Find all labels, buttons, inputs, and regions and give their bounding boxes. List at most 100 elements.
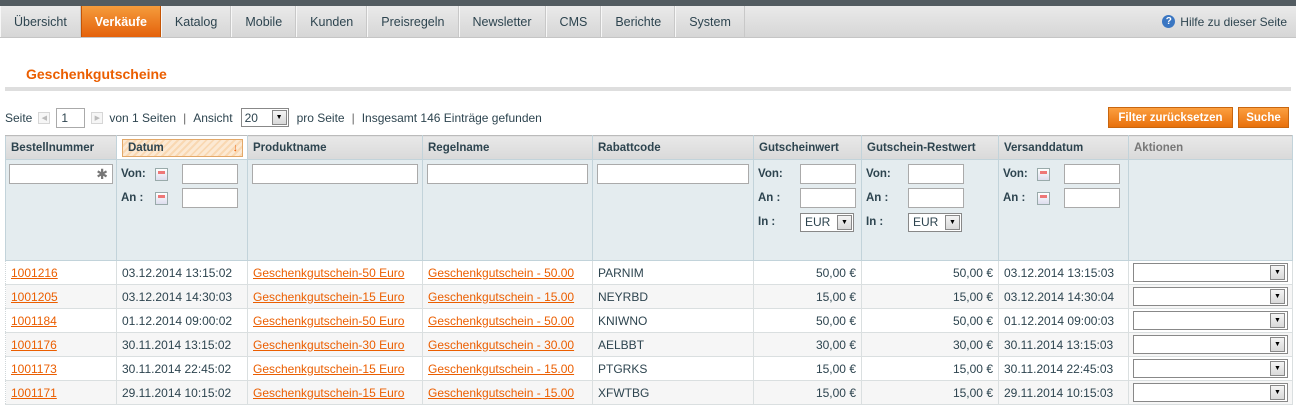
nav-item-katalog[interactable]: Katalog: [160, 6, 232, 37]
sort-desc-icon: ↓: [232, 141, 239, 154]
product-link-cell: Geschenkgutschein-15 Euro: [247, 284, 423, 309]
col-header-versanddatum[interactable]: Versanddatum: [998, 135, 1129, 160]
col-header-aktionen: Aktionen: [1128, 135, 1293, 160]
rest-currency-select[interactable]: EUR ▼: [908, 212, 962, 232]
rule-link[interactable]: Geschenkgutschein - 50.00: [428, 314, 574, 328]
chevron-down-icon: ▼: [837, 214, 852, 230]
order-link-cell: 1001171: [5, 380, 117, 405]
table-row[interactable]: 1001171 29.11.2014 10:15:02 Geschenkgutsch…: [5, 380, 1293, 405]
page-label: Seite: [5, 110, 33, 125]
rule-link[interactable]: Geschenkgutschein - 15.00: [428, 362, 574, 376]
help-link[interactable]: ? Hilfe zu dieser Seite: [1162, 6, 1287, 37]
chevron-down-icon: ▼: [1270, 385, 1285, 400]
col-header-produktname[interactable]: Produktname: [247, 135, 423, 160]
ship-to-input[interactable]: [1064, 188, 1120, 208]
nav-item-berichte[interactable]: Berichte: [601, 6, 676, 37]
ship-date-cell: 01.12.2014 09:00:03: [1004, 313, 1115, 328]
nav-item-uebersicht[interactable]: Übersicht: [0, 6, 81, 37]
next-page-icon[interactable]: ▶: [91, 111, 104, 124]
prev-page-icon[interactable]: ◀: [38, 111, 51, 124]
nav-item-cms[interactable]: CMS: [545, 6, 602, 37]
rest-to-input[interactable]: [908, 188, 964, 208]
col-header-bestellnummer[interactable]: Bestellnummer: [5, 135, 117, 160]
value-currency-select[interactable]: EUR ▼: [800, 212, 854, 232]
nav-item-newsletter[interactable]: Newsletter: [458, 6, 546, 37]
product-filter-input[interactable]: [252, 164, 418, 184]
table-row[interactable]: 1001216 03.12.2014 13:15:02 Geschenkgutsch…: [5, 260, 1293, 285]
col-header-datum-label: Datum: [128, 141, 164, 154]
filter-cell-actions: [1128, 159, 1293, 261]
calendar-icon[interactable]: [1037, 167, 1050, 181]
code-cell: KNIWNO: [598, 313, 648, 328]
calendar-icon[interactable]: [155, 167, 168, 181]
col-header-regelname[interactable]: Regelname: [422, 135, 593, 160]
table-row[interactable]: 1001205 03.12.2014 14:30:03 Geschenkgutsch…: [5, 284, 1293, 309]
col-header-gutscheinwert[interactable]: Gutscheinwert: [753, 135, 862, 160]
product-link[interactable]: Geschenkgutschein-15 Euro: [253, 362, 404, 376]
col-header-restwert[interactable]: Gutschein-Restwert: [861, 135, 999, 160]
chevron-down-icon: ▼: [945, 214, 960, 230]
value-cell-cell: 15,00 €: [753, 380, 862, 405]
filter-cell-value: Von: An : In : EUR ▼: [753, 159, 862, 261]
order-filter-input[interactable]: ✱: [9, 164, 113, 184]
product-link[interactable]: Geschenkgutschein-50 Euro: [253, 266, 404, 280]
order-link[interactable]: 1001171: [11, 386, 57, 400]
rule-filter-input[interactable]: [427, 164, 588, 184]
value-to-input[interactable]: [800, 188, 856, 208]
code-filter-input[interactable]: [597, 164, 749, 184]
ship-date-cell: 30.11.2014 13:15:03: [1004, 337, 1114, 352]
nav-item-verkaeufe[interactable]: Verkäufe: [80, 6, 161, 37]
table-row[interactable]: 1001184 01.12.2014 09:00:02 Geschenkgutsch…: [5, 308, 1293, 333]
order-link[interactable]: 1001216: [11, 266, 58, 280]
col-header-datum[interactable]: Datum ↓: [116, 135, 248, 160]
asterisk-icon: ✱: [96, 166, 108, 182]
actions-select[interactable]: ▼: [1133, 335, 1288, 354]
value-from-input[interactable]: [800, 164, 856, 184]
actions-select[interactable]: ▼: [1133, 383, 1288, 402]
ship-from-input[interactable]: [1064, 164, 1120, 184]
nav-item-mobile[interactable]: Mobile: [231, 6, 297, 37]
actions-cell: ▼: [1128, 332, 1293, 357]
actions-select[interactable]: ▼: [1133, 263, 1288, 282]
rule-link[interactable]: Geschenkgutschein - 50.00: [428, 266, 574, 280]
rule-link[interactable]: Geschenkgutschein - 15.00: [428, 290, 574, 304]
nav-item-kunden[interactable]: Kunden: [296, 6, 368, 37]
table-row[interactable]: 1001176 30.11.2014 13:15:02 Geschenkgutsch…: [5, 332, 1293, 357]
page-input[interactable]: 1: [56, 107, 86, 128]
value-cell: 15,00 €: [815, 289, 856, 304]
nav-item-preisregeln[interactable]: Preisregeln: [367, 6, 459, 37]
nav-item-system[interactable]: System: [675, 6, 745, 37]
table-row[interactable]: 1001173 30.11.2014 22:45:02 Geschenkgutsch…: [5, 356, 1293, 381]
product-link[interactable]: Geschenkgutschein-15 Euro: [253, 386, 404, 400]
rest-cell: 50,00 €: [952, 313, 993, 328]
order-link[interactable]: 1001176: [11, 338, 57, 352]
per-page-select[interactable]: 20 ▼: [240, 108, 289, 127]
actions-select[interactable]: ▼: [1133, 311, 1288, 330]
calendar-icon[interactable]: [1037, 191, 1050, 205]
actions-select[interactable]: ▼: [1133, 359, 1288, 378]
calendar-icon[interactable]: [155, 191, 168, 205]
order-link[interactable]: 1001184: [11, 314, 57, 328]
date-to-input[interactable]: [182, 188, 238, 208]
product-link[interactable]: Geschenkgutschein-50 Euro: [253, 314, 404, 328]
rest-cell-cell: 15,00 €: [861, 380, 999, 405]
actions-select[interactable]: ▼: [1133, 287, 1288, 306]
ship-date-cell-cell: 30.11.2014 22:45:03: [998, 356, 1129, 381]
rest-from-input[interactable]: [908, 164, 964, 184]
date-from-input[interactable]: [182, 164, 238, 184]
search-button[interactable]: Suche: [1238, 107, 1289, 128]
code-cell: PARNIM: [598, 265, 644, 280]
actions-cell: ▼: [1128, 380, 1293, 405]
order-link[interactable]: 1001173: [11, 362, 57, 376]
col-header-rabattcode[interactable]: Rabattcode: [592, 135, 754, 160]
rule-link[interactable]: Geschenkgutschein - 15.00: [428, 386, 574, 400]
value-cell: 30,00 €: [815, 337, 856, 352]
actions-cell: ▼: [1128, 308, 1293, 333]
rule-link[interactable]: Geschenkgutschein - 30.00: [428, 338, 574, 352]
order-link[interactable]: 1001205: [11, 290, 58, 304]
product-link[interactable]: Geschenkgutschein-15 Euro: [253, 290, 404, 304]
rest-cell-cell: 15,00 €: [861, 356, 999, 381]
value-cell-cell: 15,00 €: [753, 284, 862, 309]
product-link[interactable]: Geschenkgutschein-30 Euro: [253, 338, 404, 352]
reset-filter-button[interactable]: Filter zurücksetzen: [1108, 107, 1233, 128]
